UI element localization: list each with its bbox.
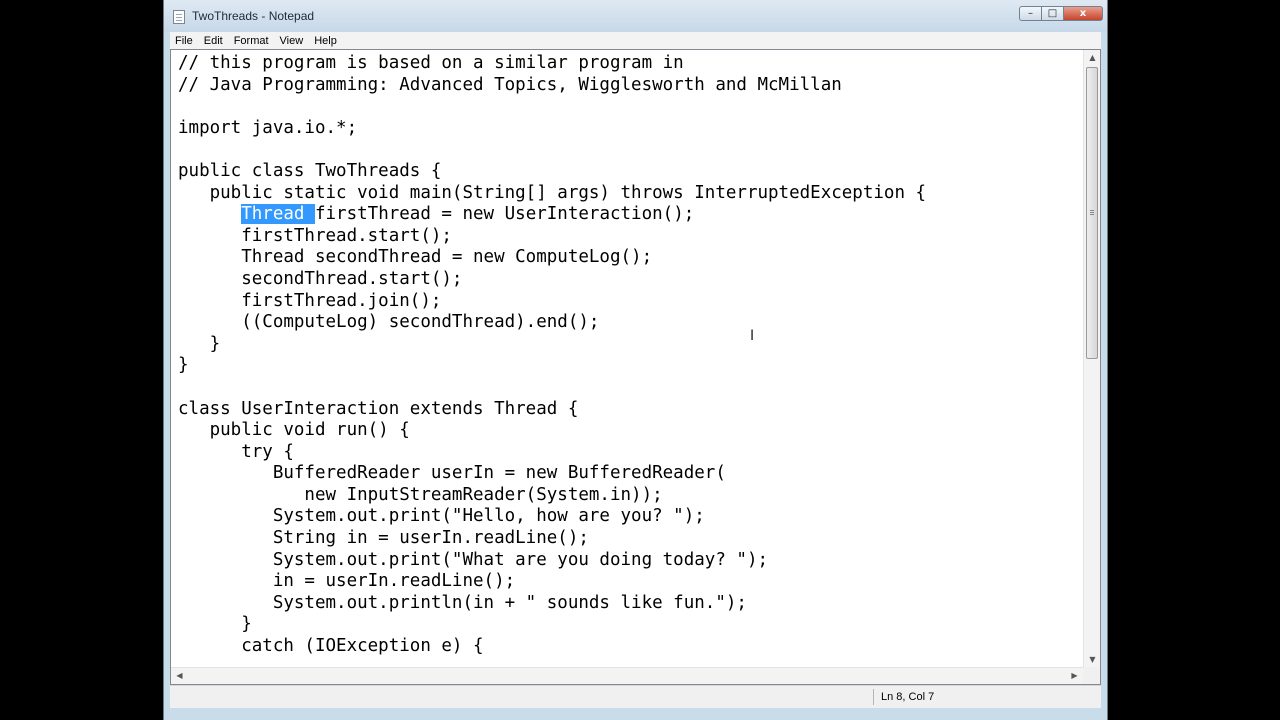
code-text: // this program is based on a similar pr… [178, 53, 926, 658]
menu-bar: File Edit Format View Help [170, 32, 1101, 49]
vertical-scrollbar[interactable]: ▲ ▼ [1083, 50, 1100, 667]
window-controls: – □ x [1019, 6, 1103, 22]
minimize-button[interactable]: – [1019, 6, 1041, 21]
horizontal-scrollbar[interactable]: ◀ ▶ [171, 667, 1083, 684]
code-line: secondThread.start(); [178, 268, 463, 289]
scroll-grip-icon [1090, 210, 1094, 211]
code-line: public class TwoThreads { [178, 160, 442, 181]
code-line: try { [178, 441, 294, 462]
code-line: System.out.print("Hello, how are you? ")… [178, 506, 705, 527]
code-line: catch (IOException e) { [178, 636, 484, 657]
scrollbar-corner [1083, 667, 1100, 684]
code-line: public static void main(String[] args) t… [178, 182, 927, 203]
title-bar[interactable]: TwoThreads - Notepad – □ x [164, 0, 1107, 32]
code-line: System.out.print("What are you doing tod… [178, 549, 769, 570]
code-line: BufferedReader userIn = new BufferedRead… [178, 463, 726, 484]
code-line: System.out.println(in + " sounds like fu… [178, 592, 747, 613]
vertical-scroll-thumb[interactable] [1086, 67, 1098, 359]
notepad-window: TwoThreads - Notepad – □ x File Edit For… [163, 0, 1108, 720]
text-editor[interactable]: // this program is based on a similar pr… [171, 50, 1083, 667]
code-line: new InputStreamReader(System.in)); [178, 484, 663, 505]
code-line: // Java Programming: Advanced Topics, Wi… [178, 74, 842, 95]
maximize-button[interactable]: □ [1041, 6, 1063, 21]
menu-view[interactable]: View [275, 35, 309, 47]
scroll-left-arrow-icon[interactable]: ◀ [171, 671, 188, 680]
code-line: public void run() { [178, 420, 410, 441]
menu-format[interactable]: Format [229, 35, 274, 47]
notepad-icon[interactable] [173, 10, 185, 24]
code-line: ((ComputeLog) secondThread).end(); [178, 312, 600, 333]
menu-edit[interactable]: Edit [199, 35, 228, 47]
window-title: TwoThreads - Notepad [192, 9, 315, 23]
code-line: import java.io.*; [178, 117, 358, 138]
close-button[interactable]: x [1063, 6, 1103, 21]
code-line: } [178, 355, 189, 376]
text-cursor-icon: I [750, 328, 755, 344]
scroll-up-arrow-icon[interactable]: ▲ [1084, 53, 1101, 62]
menu-help[interactable]: Help [309, 35, 342, 47]
editor-frame: // this program is based on a similar pr… [170, 49, 1101, 685]
code-line: firstThread.join(); [178, 290, 442, 311]
code-line: in = userIn.readLine(); [178, 571, 516, 592]
code-line-rest: firstThread = new UserInteraction(); [314, 204, 695, 225]
menu-file[interactable]: File [170, 35, 198, 47]
code-line: // this program is based on a similar pr… [178, 53, 684, 73]
status-divider [873, 689, 874, 705]
code-line: String in = userIn.readLine(); [178, 528, 589, 549]
scroll-down-arrow-icon[interactable]: ▼ [1084, 655, 1101, 664]
code-line: class UserInteraction extends Thread { [178, 398, 579, 419]
text-selection: Thread [241, 204, 315, 225]
code-line: } [178, 614, 252, 635]
code-line-selected: Thread firstThread = new UserInteraction… [178, 204, 926, 226]
code-line: } [178, 333, 221, 354]
code-line: firstThread.start(); [178, 225, 452, 246]
cursor-position: Ln 8, Col 7 [881, 691, 935, 703]
scroll-right-arrow-icon[interactable]: ▶ [1066, 671, 1083, 680]
code-line: Thread secondThread = new ComputeLog(); [178, 247, 653, 268]
status-bar: Ln 8, Col 7 [170, 685, 1101, 708]
